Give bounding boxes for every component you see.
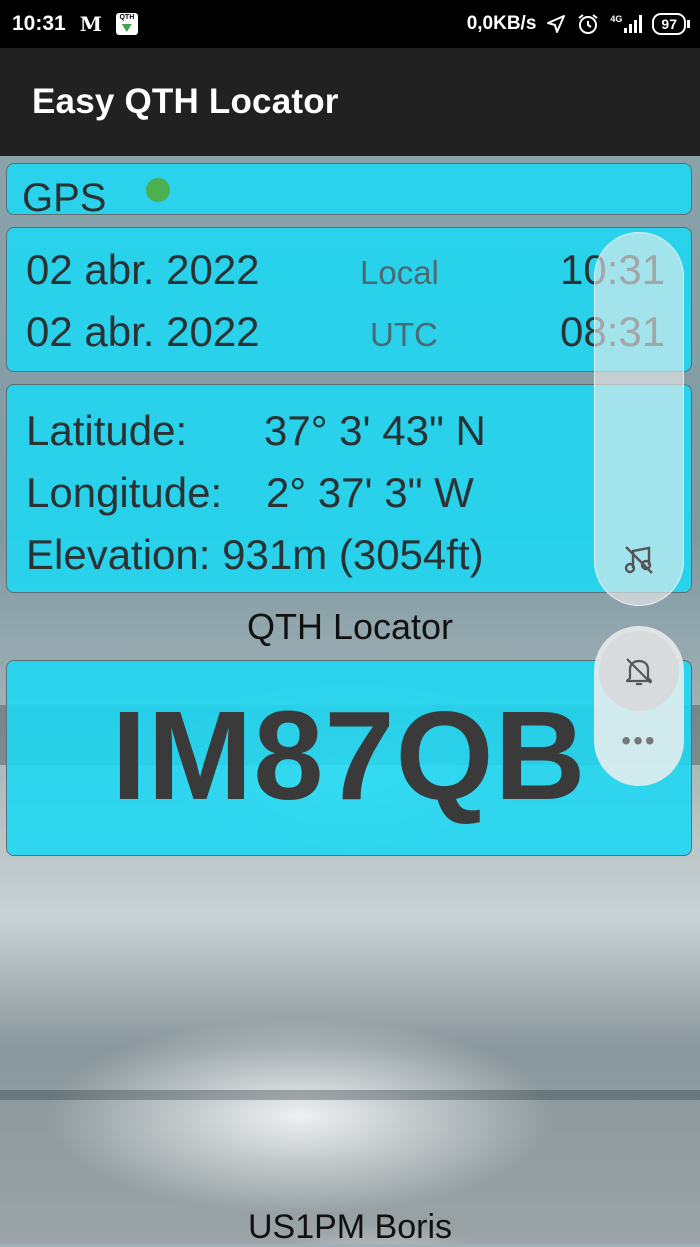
app-bar: Easy QTH Locator — [0, 48, 700, 156]
coordinates-card: Latitude: 37° 3' 43" N Longitude: 2° 37' 3… — [6, 384, 692, 593]
utc-date: 02 abr. 2022 — [26, 308, 260, 355]
utc-zone-label: UTC — [370, 316, 438, 353]
location-arrow-icon — [546, 14, 566, 34]
latitude-row: Latitude: 37° 3' 43" N — [26, 407, 486, 455]
author-credit: US1PM Boris — [247, 1208, 453, 1246]
qth-app-notification-icon: QTH — [115, 13, 138, 35]
latitude-value: 37° 3' 43" N — [264, 407, 486, 454]
latitude-label: Latitude: — [26, 407, 188, 454]
longitude-label: Longitude: — [26, 469, 223, 516]
local-time-row: 02 abr. 2022 Local 10:31 — [7, 242, 691, 302]
qth-locator-value: IM87QB — [111, 685, 587, 826]
gps-status-card: GPS — [6, 163, 692, 220]
datetime-card: 02 abr. 2022 Local 10:31 02 abr. 2022 UT… — [6, 227, 692, 372]
status-time: 10:31 — [12, 12, 66, 35]
gps-label: GPS — [22, 176, 107, 220]
qth-locator-caption: QTH Locator — [246, 606, 454, 647]
bell-off-icon[interactable] — [599, 631, 679, 711]
music-off-icon[interactable] — [621, 542, 657, 578]
local-zone-label: Local — [360, 254, 439, 291]
floating-ringer-panel: ••• — [594, 626, 684, 786]
mail-notification-icon: M — [79, 12, 102, 36]
utc-time-row: 02 abr. 2022 UTC 08:31 — [7, 304, 691, 364]
signal-icon: 4G — [610, 15, 643, 33]
elevation-row: Elevation: 931m (3054ft) — [26, 531, 484, 579]
alarm-icon — [576, 12, 600, 36]
local-date: 02 abr. 2022 — [26, 246, 260, 293]
elevation-label: Elevation: — [26, 531, 211, 578]
status-bar: 10:31 M QTH 0,0KB/s 4G 97 — [0, 0, 700, 48]
qth-locator-card: IM87QB — [6, 660, 692, 856]
background-shoreline — [0, 1090, 700, 1100]
more-icon[interactable]: ••• — [594, 727, 684, 755]
longitude-row: Longitude: 2° 37' 3" W — [26, 469, 474, 517]
network-speed: 0,0KB/s — [466, 13, 537, 34]
elevation-value: 931m (3054ft) — [222, 531, 484, 578]
battery-icon: 97 — [652, 13, 690, 35]
app-title: Easy QTH Locator — [32, 82, 339, 121]
floating-volume-panel[interactable] — [594, 232, 684, 606]
longitude-value: 2° 37' 3" W — [266, 469, 474, 516]
gps-fix-indicator — [146, 178, 170, 202]
